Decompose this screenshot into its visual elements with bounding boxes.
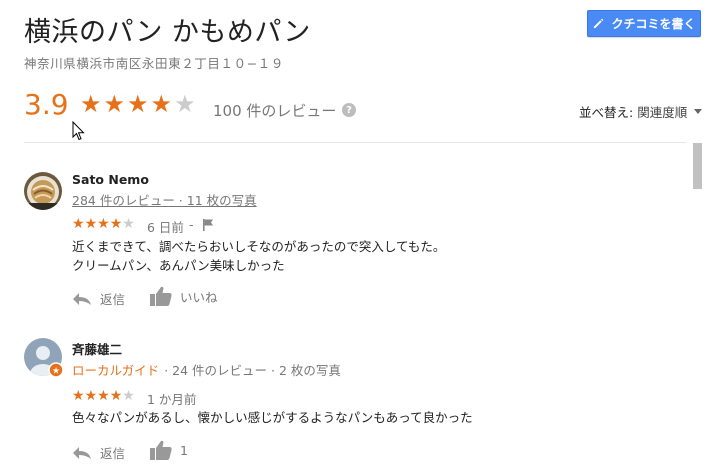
review-count: 100 件のレビュー — [213, 102, 337, 120]
local-guide-badge[interactable]: ローカルガイド — [72, 363, 159, 378]
pencil-icon — [594, 18, 604, 29]
page-title: 横浜のパン かもめパン — [24, 17, 311, 48]
mouse-cursor-icon — [72, 121, 85, 141]
review-stars: ★ ★ ★ ★ ★ — [72, 389, 135, 403]
star-icon: ★ — [72, 388, 85, 404]
star-icon: ★ — [97, 388, 110, 404]
default-avatar-icon: ★ — [24, 338, 64, 378]
sort-value: 関連度順 — [637, 105, 688, 120]
like-count: 1 — [180, 442, 188, 458]
reply-button[interactable]: 返信 — [72, 289, 125, 308]
star-icon: ★ — [127, 90, 149, 118]
like-button[interactable]: いいね — [150, 286, 218, 306]
reply-icon — [73, 292, 91, 305]
star-icon: ★ — [150, 90, 173, 118]
review-date: 1 か月前 — [147, 392, 197, 407]
reviewer-stats[interactable]: · 24 件のレビュー · 2 枚の写真 — [164, 363, 341, 378]
write-review-button[interactable]: クチコミを書く — [587, 10, 701, 37]
reply-icon — [73, 446, 91, 459]
review-text-line: クリームパン、あんパン美味しかった — [72, 258, 285, 273]
star-icon: ★ — [109, 388, 123, 404]
star-empty-icon: ★ — [174, 90, 196, 118]
thumbs-up-icon — [150, 286, 172, 306]
reviewer-stats[interactable]: 284 件のレビュー · 11 枚の写真 — [72, 193, 257, 208]
scrollbar-thumb[interactable] — [693, 143, 702, 189]
review-text-line: 近くまできて、調べたらおいしそなのがあったので突入してもた。 — [72, 239, 446, 254]
review-text-line: 色々なパンがあるし、懐かしい感じがするようなパンもあって良かった — [72, 410, 473, 425]
star-icon: ★ — [84, 216, 98, 232]
review-date: 6 日前 — [147, 220, 184, 235]
reviewer-meta-link[interactable]: 284 件のレビュー · 11 枚の写真 — [72, 190, 257, 209]
svg-text:★: ★ — [52, 367, 60, 377]
star-empty-icon: ★ — [122, 216, 135, 232]
date-separator: - — [189, 217, 194, 232]
star-icon: ★ — [103, 90, 126, 118]
reviewer-meta: ローカルガイド · 24 件のレビュー · 2 枚の写真 — [72, 360, 341, 379]
like-label: いいね — [180, 289, 218, 305]
divider — [24, 142, 686, 143]
address: 神奈川県横浜市南区永田東２丁目１０−１９ — [24, 56, 284, 71]
reply-button[interactable]: 返信 — [72, 443, 125, 462]
star-icon: ★ — [84, 388, 98, 404]
star-icon: ★ — [72, 216, 85, 232]
help-icon[interactable]: ? — [342, 103, 356, 117]
avatar[interactable]: ★ — [24, 338, 64, 378]
avatar[interactable] — [24, 172, 62, 210]
rating-value: 3.9 — [24, 88, 69, 121]
reviewer-name[interactable]: 斉藤雄二 — [72, 339, 122, 358]
star-icon: ★ — [97, 216, 110, 232]
like-button[interactable]: 1 — [150, 440, 188, 460]
reply-label: 返信 — [100, 292, 126, 307]
food-photo-avatar-icon — [24, 172, 62, 210]
sort-dropdown[interactable]: 並べ替え: 関連度順 — [579, 102, 703, 121]
star-icon: ★ — [109, 216, 123, 232]
flag-icon[interactable] — [203, 219, 213, 231]
reply-label: 返信 — [100, 446, 126, 461]
caret-down-icon — [694, 109, 703, 114]
write-review-label: クチコミを書く — [611, 17, 696, 31]
rating-stars: ★ ★ ★ ★ ★ — [80, 92, 196, 116]
star-empty-icon: ★ — [122, 388, 135, 404]
sort-label: 並べ替え: — [579, 105, 634, 120]
thumbs-up-icon — [150, 440, 172, 460]
star-icon: ★ — [80, 90, 102, 118]
reviewer-name[interactable]: Sato Nemo — [72, 172, 149, 187]
review-stars: ★ ★ ★ ★ ★ — [72, 217, 135, 231]
